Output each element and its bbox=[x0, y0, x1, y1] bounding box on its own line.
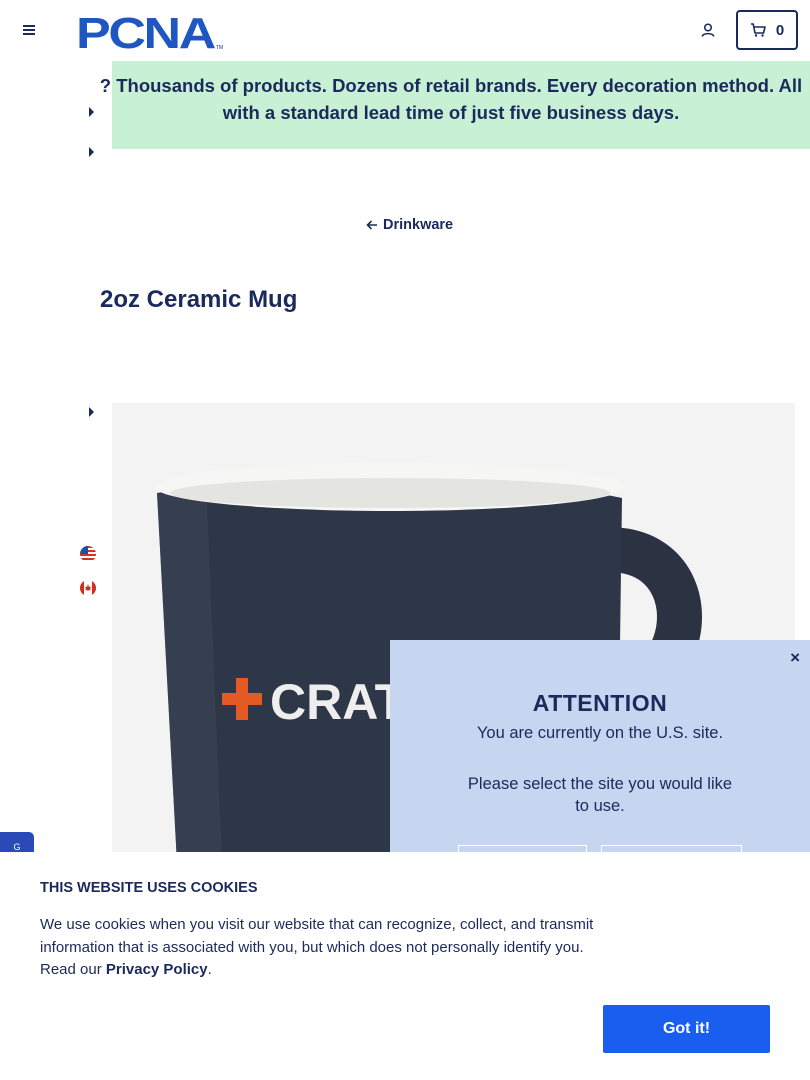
announcement-line-2: with a standard lead time of just five b… bbox=[222, 102, 680, 123]
drawer-expand-icon[interactable] bbox=[89, 107, 94, 117]
announcement-text: ? Thousands of products. Dozens of retai… bbox=[92, 72, 810, 126]
close-icon[interactable]: × bbox=[790, 648, 800, 668]
cookie-message: We use cookies when you visit our websit… bbox=[40, 914, 600, 982]
pcna-logo[interactable]: PCNA TM bbox=[76, 9, 224, 58]
country-select-modal: × ATTENTION You are currently on the U.S… bbox=[390, 640, 810, 875]
account-button[interactable] bbox=[697, 19, 719, 41]
canada-flag-icon[interactable] bbox=[80, 580, 96, 596]
back-to-category-link[interactable]: Drinkware bbox=[366, 217, 453, 233]
us-flag-icon[interactable] bbox=[80, 546, 96, 562]
side-tab-label: G bbox=[13, 842, 21, 852]
accept-cookies-button[interactable]: Got it! bbox=[603, 1005, 770, 1053]
logo-text: PCNA bbox=[76, 11, 215, 51]
cookie-banner: THIS WEBSITE USES COOKIES We use cookies… bbox=[0, 852, 810, 1080]
cart-count: 0 bbox=[775, 21, 785, 39]
drawer-expand-icon[interactable] bbox=[89, 407, 94, 417]
cookie-body-end: . bbox=[207, 961, 212, 978]
announcement-line-1: Thousands of products. Dozens of retail … bbox=[116, 75, 803, 96]
drawer-expand-icon[interactable] bbox=[89, 147, 94, 157]
mug-logo-text: CRAT bbox=[270, 674, 405, 730]
arrow-left-icon bbox=[366, 220, 377, 230]
product-title: 2oz Ceramic Mug bbox=[100, 286, 298, 313]
menu-button[interactable] bbox=[18, 20, 40, 40]
announcement-bar: ? Thousands of products. Dozens of retai… bbox=[100, 61, 810, 149]
modal-current-site-text: You are currently on the U.S. site. bbox=[476, 724, 724, 742]
modal-title: ATTENTION bbox=[532, 690, 668, 716]
cart-icon bbox=[750, 23, 766, 37]
site-header: PCNA TM 0 bbox=[0, 0, 810, 61]
back-link-label: Drinkware bbox=[383, 217, 454, 233]
privacy-policy-link[interactable]: Privacy Policy bbox=[106, 961, 208, 978]
hamburger-icon bbox=[23, 25, 35, 35]
cart-button[interactable]: 0 bbox=[736, 10, 798, 50]
announcement-prefix: ? bbox=[99, 75, 112, 96]
logo-tm: TM bbox=[216, 45, 223, 51]
modal-instructions-text: Please select the site you would like to… bbox=[467, 775, 733, 815]
cookie-title: THIS WEBSITE USES COOKIES bbox=[40, 880, 258, 896]
user-icon bbox=[701, 23, 715, 37]
